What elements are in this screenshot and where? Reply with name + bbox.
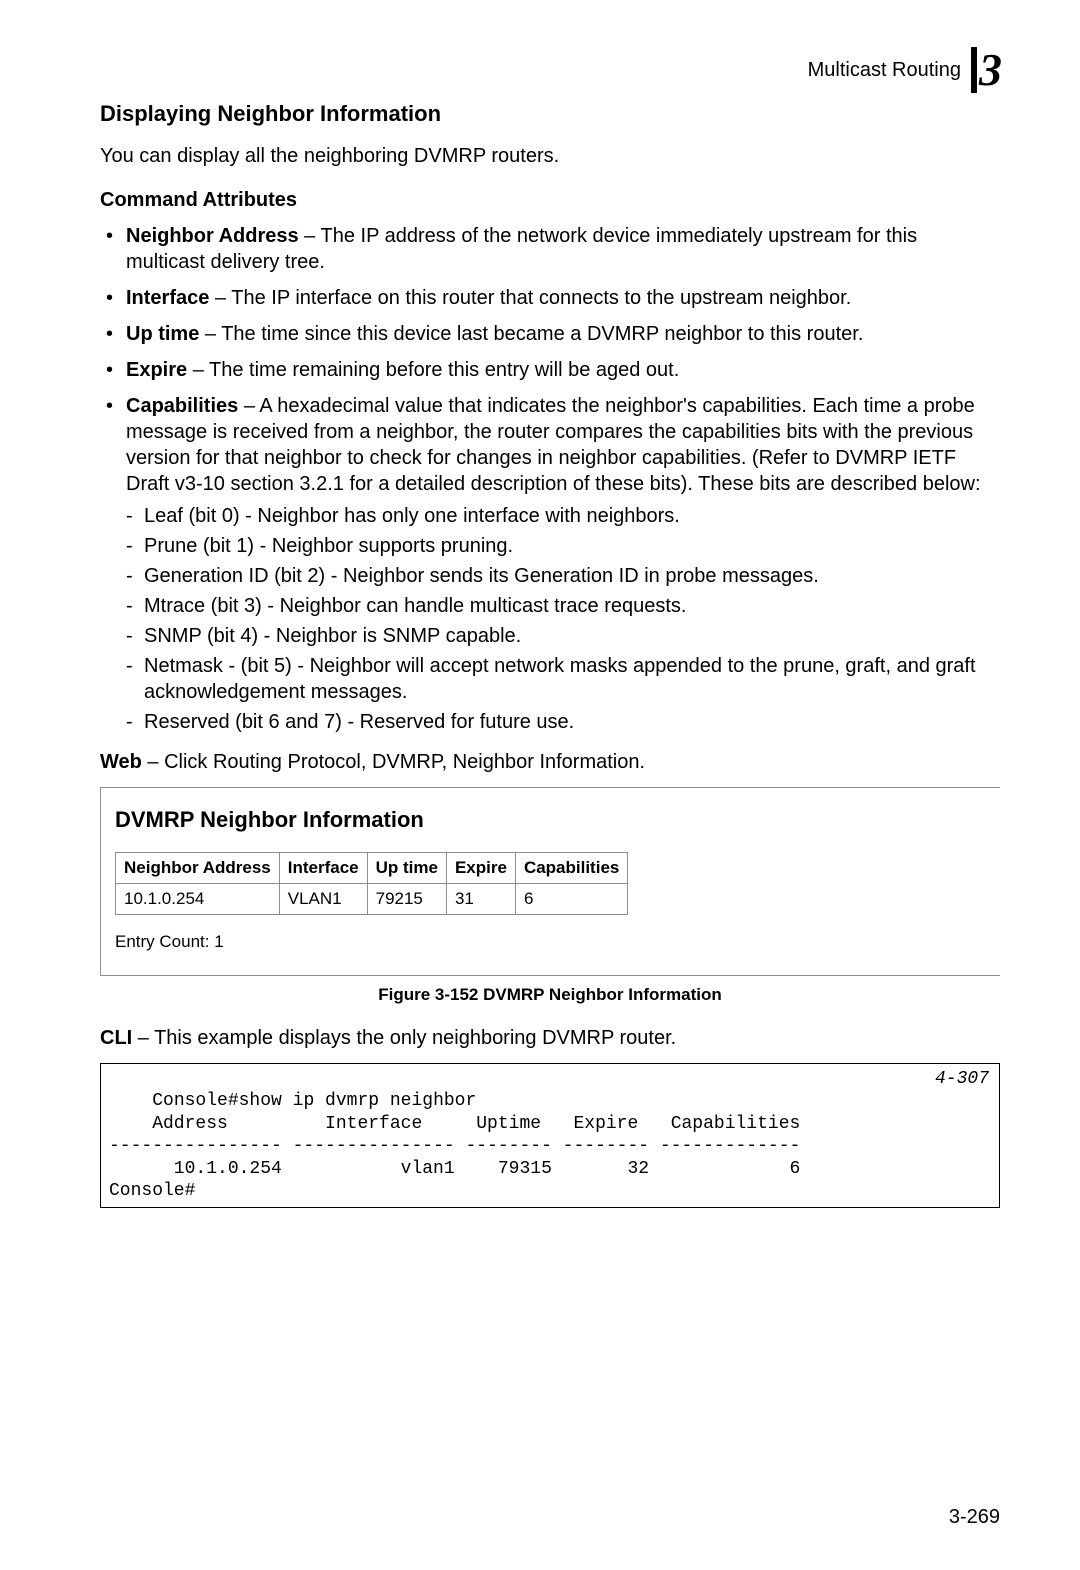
attr-desc: – The time since this device last became… <box>199 323 863 345</box>
section-title: Multicast Routing <box>808 57 961 83</box>
attr-item: Capabilities – A hexadecimal value that … <box>100 393 1000 735</box>
attr-desc: – A hexadecimal value that indicates the… <box>126 395 981 495</box>
th-uptime: Up time <box>367 853 446 884</box>
bit-item: Generation ID (bit 2) - Neighbor sends i… <box>126 563 1000 589</box>
heading-cmdattrs: Command Attributes <box>100 187 1000 213</box>
intro-text: You can display all the neighboring DVMR… <box>100 143 1000 169</box>
table-row: 10.1.0.254 VLAN1 79215 31 6 <box>116 884 628 915</box>
neighbor-table: Neighbor Address Interface Up time Expir… <box>115 852 628 915</box>
table-header-row: Neighbor Address Interface Up time Expir… <box>116 853 628 884</box>
cli-note: CLI – This example displays the only nei… <box>100 1025 1000 1051</box>
chapter-badge: 3 <box>971 40 1000 100</box>
td-cap: 6 <box>515 884 627 915</box>
cli-lead: CLI <box>100 1027 132 1049</box>
bit-item: Prune (bit 1) - Neighbor supports prunin… <box>126 533 1000 559</box>
attr-desc: – The IP interface on this router that c… <box>209 287 851 309</box>
td-addr: 10.1.0.254 <box>116 884 280 915</box>
attr-term: Capabilities <box>126 395 238 417</box>
attr-term: Up time <box>126 323 199 345</box>
cli-line: Console#show ip dvmrp neighbor <box>152 1091 476 1111</box>
attr-desc: – The time remaining before this entry w… <box>187 359 679 381</box>
figure-caption: Figure 3-152 DVMRP Neighbor Information <box>100 984 1000 1006</box>
cli-line: ---------------- --------------- -------… <box>109 1136 800 1156</box>
cli-output-box: 4-307 Console#show ip dvmrp neighbor Addr… <box>100 1063 1000 1208</box>
web-nav-note: Web – Click Routing Protocol, DVMRP, Nei… <box>100 749 1000 775</box>
attr-term: Expire <box>126 359 187 381</box>
cli-line: Console# <box>109 1181 195 1201</box>
td-expire: 31 <box>446 884 515 915</box>
chapter-number: 3 <box>979 40 1000 100</box>
cli-page-ref: 4-307 <box>935 1068 989 1091</box>
bit-item: Leaf (bit 0) - Neighbor has only one int… <box>126 503 1000 529</box>
attr-item: Neighbor Address – The IP address of the… <box>100 223 1000 275</box>
bit-item: Netmask - (bit 5) - Neighbor will accept… <box>126 653 1000 705</box>
cli-line: Address Interface Uptime Expire Capabili… <box>109 1114 800 1134</box>
attr-term: Interface <box>126 287 209 309</box>
web-lead: Web <box>100 751 142 773</box>
page-number: 3-269 <box>949 1504 1000 1530</box>
th-addr: Neighbor Address <box>116 853 280 884</box>
th-iface: Interface <box>279 853 367 884</box>
bit-item: Reserved (bit 6 and 7) - Reserved for fu… <box>126 709 1000 735</box>
attr-item: Expire – The time remaining before this … <box>100 357 1000 383</box>
web-text: – Click Routing Protocol, DVMRP, Neighbo… <box>142 751 645 773</box>
td-iface: VLAN1 <box>279 884 367 915</box>
panel-title: DVMRP Neighbor Information <box>115 806 986 835</box>
cli-text: – This example displays the only neighbo… <box>132 1027 676 1049</box>
attr-item: Up time – The time since this device las… <box>100 321 1000 347</box>
entry-count: Entry Count: 1 <box>115 931 986 953</box>
command-attr-list: Neighbor Address – The IP address of the… <box>100 223 1000 735</box>
bit-item: Mtrace (bit 3) - Neighbor can handle mul… <box>126 593 1000 619</box>
heading-displaying: Displaying Neighbor Information <box>100 100 1000 129</box>
attr-term: Neighbor Address <box>126 225 299 247</box>
web-panel: DVMRP Neighbor Information Neighbor Addr… <box>100 787 1000 977</box>
bit-item: SNMP (bit 4) - Neighbor is SNMP capable. <box>126 623 1000 649</box>
td-uptime: 79215 <box>367 884 446 915</box>
cli-line: 10.1.0.254 vlan1 79315 32 6 <box>109 1159 800 1179</box>
th-cap: Capabilities <box>515 853 627 884</box>
attr-item: Interface – The IP interface on this rou… <box>100 285 1000 311</box>
th-expire: Expire <box>446 853 515 884</box>
cap-bits-list: Leaf (bit 0) - Neighbor has only one int… <box>126 503 1000 735</box>
